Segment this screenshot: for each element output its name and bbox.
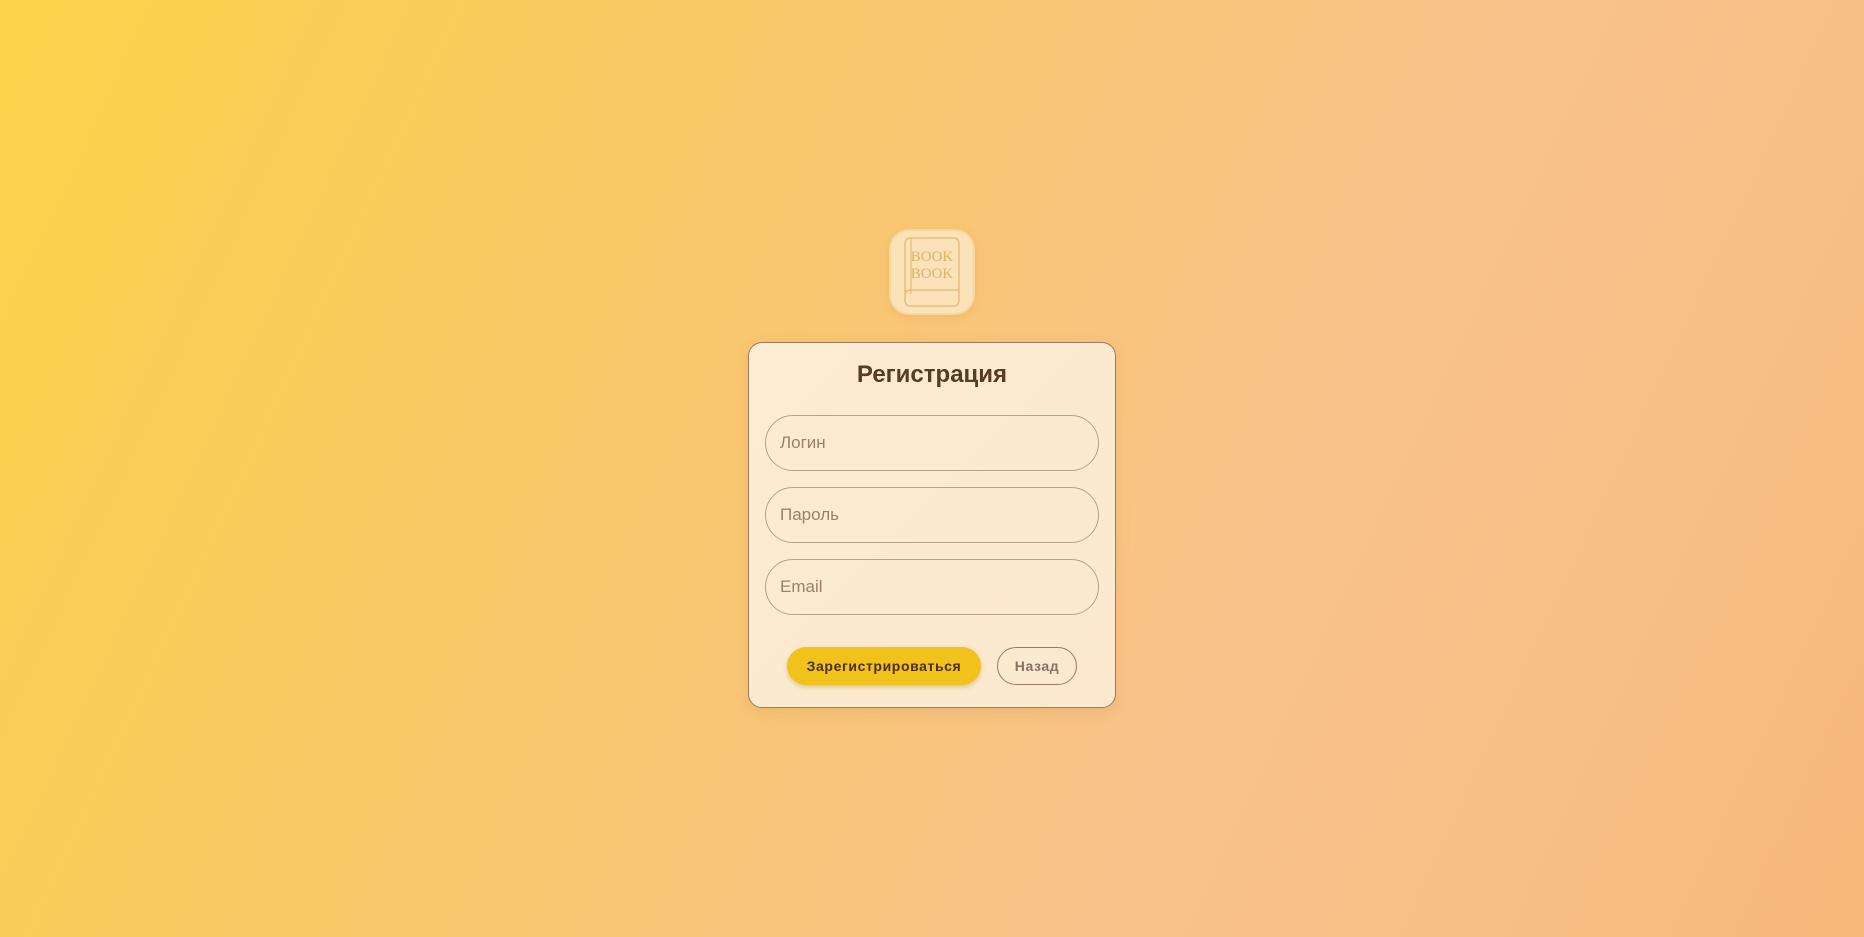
- app-logo: BOOK BOOK: [889, 229, 975, 315]
- login-field[interactable]: [765, 415, 1099, 471]
- registration-card: Регистрация Зарегистрироваться Назад: [748, 342, 1116, 708]
- back-button[interactable]: Назад: [997, 647, 1077, 685]
- register-button[interactable]: Зарегистрироваться: [787, 647, 981, 685]
- logo-text-line1: BOOK: [911, 249, 954, 265]
- email-field[interactable]: [765, 559, 1099, 615]
- password-field[interactable]: [765, 487, 1099, 543]
- book-icon: BOOK BOOK: [904, 237, 960, 307]
- page-title: Регистрация: [856, 361, 1008, 388]
- logo-text-line2: BOOK: [911, 266, 954, 282]
